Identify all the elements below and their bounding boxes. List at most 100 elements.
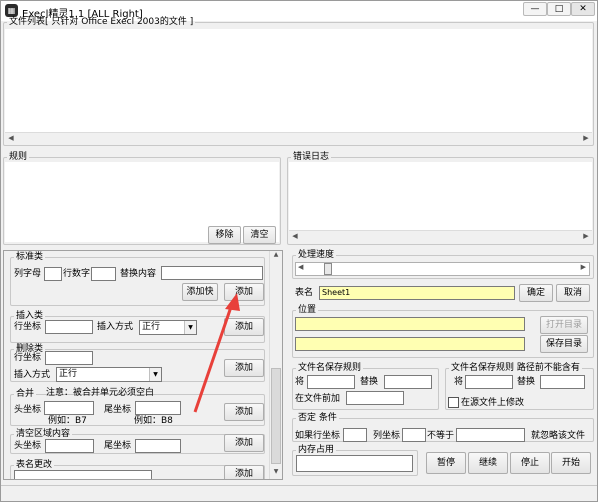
open-dir-button[interactable]: 打开目录 <box>540 316 588 334</box>
filename-append-label: 在文件前加 <box>295 394 341 404</box>
insert-mode-select[interactable]: 正行 ▼ <box>139 320 197 335</box>
row-number-label: 行数字 <box>63 269 91 279</box>
error-log-hscroll[interactable]: ◀ ▶ <box>289 230 592 242</box>
open-dir-input[interactable] <box>295 317 525 331</box>
remove-button[interactable]: 移除 <box>208 226 241 244</box>
filename-replace-with: 替换 <box>360 377 379 387</box>
stop-button[interactable]: 停止 <box>510 452 550 474</box>
delete-add-button[interactable]: 添加 <box>224 359 264 377</box>
start-button[interactable]: 开始 <box>551 452 591 474</box>
filename-find-input[interactable] <box>307 375 355 389</box>
clear-end-label: 尾坐标 <box>104 441 132 451</box>
sheet-label: 表名 <box>295 288 314 298</box>
merge-note: 注意：被合并单元必须空白 <box>46 388 155 398</box>
clear-start-input[interactable] <box>45 439 94 453</box>
delete-mode-value: 正行 <box>59 369 78 379</box>
save-dir-input[interactable] <box>295 337 525 351</box>
speed-legend: 处理速度 <box>298 250 335 260</box>
col-letter-label: 列字母 <box>14 269 42 279</box>
clear-button[interactable]: 清空 <box>243 226 276 244</box>
insert-row-input[interactable] <box>45 320 93 334</box>
merge-end-input[interactable] <box>135 401 181 415</box>
negation-row-label: 如果行坐标 <box>295 431 341 441</box>
scroll-left-icon[interactable]: ◀ <box>289 231 301 242</box>
slider-thumb[interactable] <box>324 263 333 275</box>
table-rename-input[interactable] <box>14 470 152 479</box>
clear-start-label: 头坐标 <box>14 441 42 451</box>
filename2-replace-prefix: 将 <box>454 377 464 387</box>
speed-slider[interactable]: ◀ ▶ <box>295 262 590 276</box>
rules-legend: 规则 <box>9 152 28 162</box>
merge-example-1: 例如：B7 <box>48 416 87 426</box>
scroll-up-icon[interactable]: ▲ <box>270 251 282 262</box>
delete-mode-select[interactable]: 正行 ▼ <box>56 367 162 382</box>
filename-replace-prefix: 将 <box>295 377 305 387</box>
row-number-input[interactable] <box>91 267 116 281</box>
delete-row-label: 行坐标 <box>14 353 42 363</box>
chevron-down-icon[interactable]: ▼ <box>149 368 161 381</box>
file-list[interactable]: ◀ ▶ <box>5 29 592 144</box>
merge-add-button[interactable]: 添加 <box>224 403 264 421</box>
scroll-down-icon[interactable]: ▼ <box>270 468 282 479</box>
save-dir-button[interactable]: 保存目录 <box>540 335 588 353</box>
minimize-button[interactable]: — <box>523 2 547 16</box>
insert-mode-value: 正行 <box>142 322 161 332</box>
scroll-right-icon[interactable]: ▶ <box>580 133 592 144</box>
pause-button[interactable]: 暂停 <box>426 452 466 474</box>
replace-input[interactable] <box>161 266 263 280</box>
delete-row-input[interactable] <box>45 351 93 365</box>
merge-legend: 合并 <box>16 389 35 399</box>
negation-ignore-label: 就忽略该文件 <box>531 431 586 441</box>
scroll-thumb[interactable] <box>271 368 281 464</box>
status-bar <box>1 485 597 501</box>
memory-legend: 内存占用 <box>298 445 335 455</box>
replace-label: 替换内容 <box>120 269 157 279</box>
scroll-right-icon[interactable]: ▶ <box>580 231 592 242</box>
negation-col-label: 列坐标 <box>373 431 401 441</box>
insert-mode-label: 插入方式 <box>97 322 134 332</box>
app-window: ▦ Execl精灵1.1 [ALL Right] — □ ✕ 文件列表[ 只针对… <box>0 0 598 502</box>
slider-right-icon[interactable]: ▶ <box>581 263 586 271</box>
filename2-replace-input[interactable] <box>540 375 585 389</box>
spreadsheet-icon: ▦ <box>5 4 18 17</box>
slider-left-icon[interactable]: ◀ <box>298 263 303 271</box>
filename-replace-input[interactable] <box>384 375 432 389</box>
maximize-button[interactable]: □ <box>547 2 571 16</box>
panel-vscroll[interactable]: ▲ ▼ <box>269 251 282 479</box>
close-button[interactable]: ✕ <box>571 2 595 16</box>
negation-row-input[interactable] <box>343 428 367 442</box>
filename-save-legend: 文件名保存规则 <box>298 363 362 373</box>
filename2-replace-with: 替换 <box>517 377 536 387</box>
insert-legend: 插入类 <box>16 311 44 321</box>
chevron-down-icon[interactable]: ▼ <box>184 321 196 334</box>
clear-region-add-button[interactable]: 添加 <box>224 434 264 452</box>
negation-col-input[interactable] <box>402 428 426 442</box>
delete-mode-label: 插入方式 <box>14 370 51 380</box>
location-legend: 位置 <box>298 305 317 315</box>
negation-value-input[interactable] <box>456 428 525 442</box>
negation-legend: 否定 条件 <box>298 413 337 423</box>
confirm-button[interactable]: 确定 <box>519 284 553 302</box>
clear-end-input[interactable] <box>135 439 181 453</box>
file-list-hscroll[interactable]: ◀ ▶ <box>5 132 592 144</box>
col-letter-input[interactable] <box>44 267 62 281</box>
filename2-find-input[interactable] <box>465 375 513 389</box>
error-log[interactable]: ◀ ▶ <box>289 162 592 242</box>
merge-start-input[interactable] <box>44 401 94 415</box>
sheet-name-input[interactable]: Sheet1 <box>319 286 515 300</box>
standard-legend: 标准类 <box>16 252 44 262</box>
scroll-left-icon[interactable]: ◀ <box>5 133 17 144</box>
add-block-button[interactable]: 添加快 <box>182 283 218 301</box>
standard-add-button[interactable]: 添加 <box>224 283 264 301</box>
table-rename-legend: 表名更改 <box>16 460 53 470</box>
table-rename-add-button[interactable]: 添加 <box>224 465 264 479</box>
filename-append-input[interactable] <box>346 391 404 405</box>
insert-add-button[interactable]: 添加 <box>224 318 264 336</box>
inplace-checkbox[interactable] <box>448 397 459 408</box>
clear-region-legend: 清空区域内容 <box>16 429 71 439</box>
insert-row-label: 行坐标 <box>14 322 42 332</box>
cancel-button[interactable]: 取消 <box>556 284 590 302</box>
resume-button[interactable]: 继续 <box>468 452 508 474</box>
filename-save2-legend: 文件名保存规则 路径前不能含有 <box>451 363 580 373</box>
inplace-label: 在源文件上修改 <box>461 398 525 408</box>
